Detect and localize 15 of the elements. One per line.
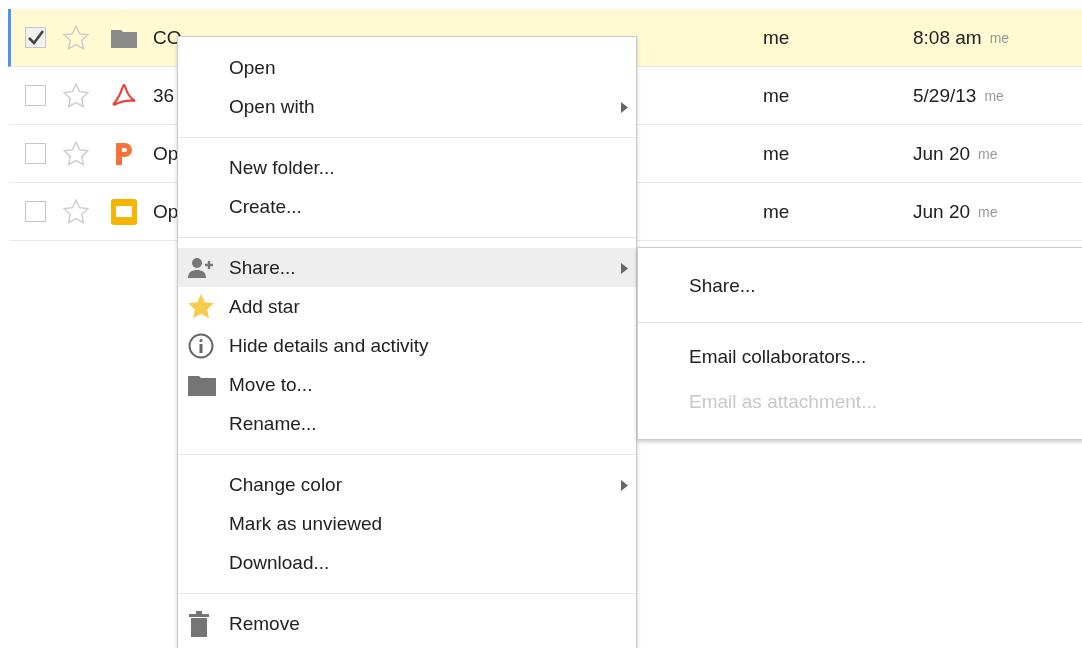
owner-text: me — [763, 26, 791, 49]
owner-text: me — [763, 84, 791, 107]
owner-text: me — [763, 200, 791, 223]
file-name: Op — [153, 142, 180, 165]
modified-date: Jun 20 — [913, 200, 971, 223]
modified-by: me — [978, 203, 998, 220]
file-name: 36 — [153, 84, 176, 107]
modified-by: me — [984, 87, 1004, 104]
owner-text: me — [763, 142, 791, 165]
modified-date: Jun 20 — [913, 142, 971, 165]
modified-date: 5/29/13 — [913, 84, 977, 107]
modified-date: 8:08 am — [913, 26, 982, 49]
modified-by: me — [989, 29, 1010, 46]
file-name: Op — [153, 200, 180, 223]
modified-by: me — [978, 145, 998, 162]
